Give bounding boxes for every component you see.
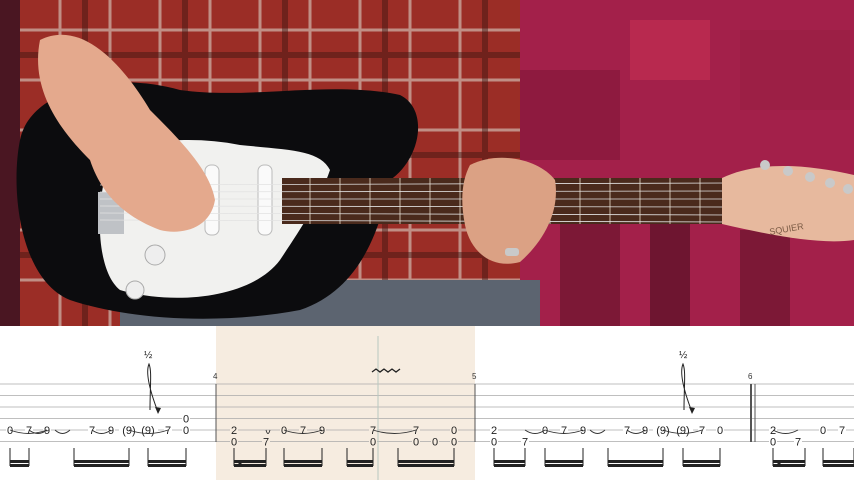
note-beam [234, 460, 266, 463]
tab-note: (9) [656, 425, 669, 437]
measure-number-4: 4 [213, 372, 218, 381]
tab-note: 2 [491, 425, 497, 437]
note-beam [494, 464, 525, 467]
note-beam [608, 460, 663, 463]
rhythm-dot [238, 462, 242, 466]
tab-note: (9) [122, 425, 135, 437]
bend-label: ½ [679, 350, 688, 361]
note-beam [148, 464, 186, 467]
note-beam [608, 464, 663, 467]
tab-note: 0 [717, 425, 723, 437]
note-beam [10, 464, 29, 467]
measure-number-6: 6 [748, 372, 753, 381]
note-beam [74, 460, 129, 463]
slur-arc [589, 429, 606, 434]
note-beam [10, 460, 29, 463]
tablature: 4 5 6 ½ ½ 0 7 9 7 9 (9) (9) 7 0020 70 7 9 7070 00020 7… [0, 326, 854, 480]
tab-note: 0 [491, 437, 497, 449]
measure-number-5: 5 [472, 372, 477, 381]
tab-note: (9) [141, 425, 154, 437]
tab-note: 7 [522, 437, 528, 449]
tab-note: 0 [370, 437, 376, 449]
tab-note: 0 [770, 437, 776, 449]
tab-note: 0 [183, 414, 189, 426]
note-beam [398, 464, 454, 467]
note-beam [284, 460, 322, 463]
note-beam [773, 460, 805, 463]
tab-note: 7 [561, 425, 567, 437]
tablature-panel: 4 5 6 ½ ½ 0 7 9 7 9 (9) (9) 7 0 0 2 0 7 0 7 9 7 0 7 0 0 0 0 2 0 7… [0, 326, 854, 480]
note-beam [148, 460, 186, 463]
note-beam [545, 464, 583, 467]
slur-arc [54, 429, 71, 434]
note-beam [823, 460, 854, 463]
guitar-scene: SQUIER [0, 0, 854, 326]
tab-note: 7 [795, 437, 801, 449]
note-beam [683, 464, 720, 467]
tab-note: 0 [413, 437, 419, 449]
current-measure-highlight [216, 326, 475, 480]
note-beam [347, 464, 373, 467]
tab-note: 0 [183, 425, 189, 437]
tab-note: 0 [231, 437, 237, 449]
video-frame[interactable]: SQUIER [0, 0, 854, 326]
bend-arrow-icon [681, 362, 693, 413]
tab-note: (9) [676, 425, 689, 437]
note-beam [823, 464, 854, 467]
note-beam [347, 460, 373, 463]
tab-note: 7 [839, 425, 845, 437]
tab-note: 7 [300, 425, 306, 437]
note-beam [74, 464, 129, 467]
note-beam [284, 464, 322, 467]
tab-note: 0 [820, 425, 826, 437]
tab-note: 2 [231, 425, 237, 437]
rhythm-dot [777, 462, 781, 466]
note-beam [494, 460, 525, 463]
note-beam [545, 460, 583, 463]
bend-arrow-icon [147, 362, 159, 413]
note-beam [398, 460, 454, 463]
bend-label: ½ [144, 350, 153, 361]
tab-note: 0 [451, 437, 457, 449]
tab-note: 0 [451, 425, 457, 437]
tab-note: 0 [432, 437, 438, 449]
note-beam [683, 460, 720, 463]
tab-note: 7 [263, 437, 269, 449]
